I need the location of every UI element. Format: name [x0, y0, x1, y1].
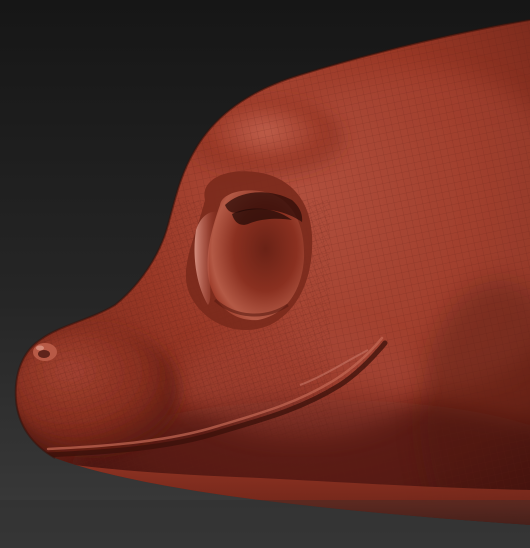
nostril [33, 343, 57, 361]
sculpt-viewport[interactable] [0, 0, 530, 548]
sculpt-render [0, 0, 530, 548]
